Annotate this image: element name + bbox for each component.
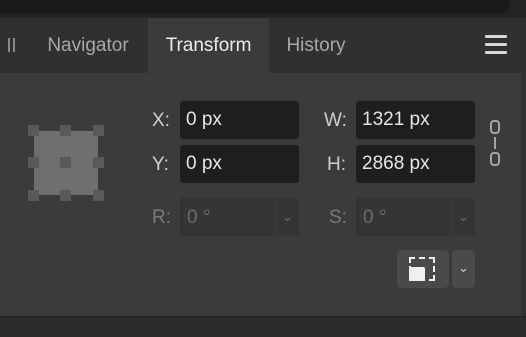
y-field[interactable]: 0 px — [180, 145, 299, 183]
origin-square-icon — [409, 267, 425, 281]
panel-bottom-bar — [0, 316, 526, 337]
transform-origin-chevron-down-icon[interactable]: ⌄ — [452, 250, 475, 288]
anchor-center[interactable] — [60, 157, 71, 168]
panel-right-edge — [521, 73, 526, 316]
y-label: Y: — [152, 154, 169, 175]
rotation-dropdown-chevron-down-icon: ⌄ — [276, 198, 299, 236]
anchor-middle-right[interactable] — [93, 157, 104, 168]
x-label: X: — [152, 110, 170, 131]
shear-field: 0 ° — [356, 198, 451, 236]
panel-tab-bar: Navigator Transform History — [0, 18, 526, 73]
height-field[interactable]: 2868 px — [356, 145, 475, 183]
chain-link-icon[interactable] — [487, 120, 503, 166]
s-label: S: — [329, 207, 347, 228]
anchor-point-selector[interactable] — [28, 125, 104, 201]
anchor-top-left[interactable] — [28, 125, 39, 136]
rotation-field: 0 ° — [180, 198, 275, 236]
r-label: R: — [152, 207, 171, 228]
h-label: H: — [327, 154, 346, 175]
drag-grip-icon[interactable] — [8, 38, 15, 52]
top-pill — [0, 0, 510, 14]
tab-history[interactable]: History — [272, 18, 360, 73]
x-field[interactable]: 0 px — [180, 101, 299, 139]
hamburger-menu-icon[interactable] — [485, 35, 507, 54]
tab-transform[interactable]: Transform — [148, 18, 269, 73]
anchor-top-center[interactable] — [60, 125, 71, 136]
anchor-bottom-center[interactable] — [60, 190, 71, 201]
anchor-top-right[interactable] — [93, 125, 104, 136]
tab-navigator[interactable]: Navigator — [32, 18, 144, 73]
anchor-bottom-right[interactable] — [93, 190, 104, 201]
shear-dropdown-chevron-down-icon: ⌄ — [452, 198, 475, 236]
transform-origin-button[interactable] — [397, 250, 449, 288]
width-field[interactable]: 1321 px — [356, 101, 475, 139]
w-label: W: — [324, 110, 347, 131]
anchor-middle-left[interactable] — [28, 157, 39, 168]
anchor-bottom-left[interactable] — [28, 190, 39, 201]
window-top-strip — [0, 0, 526, 18]
